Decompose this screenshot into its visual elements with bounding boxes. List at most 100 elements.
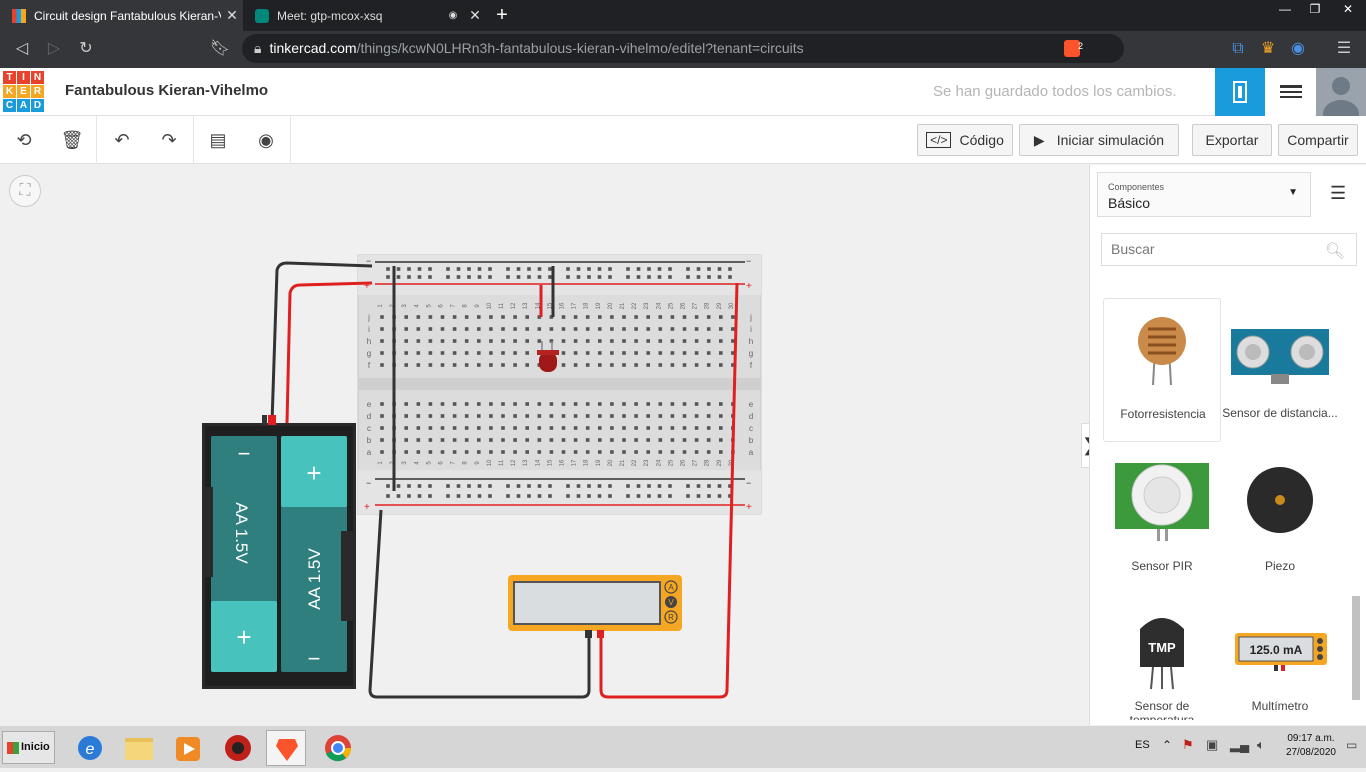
breadboard-hole[interactable] (428, 450, 433, 454)
breadboard-hole[interactable] (489, 450, 493, 454)
breadboard-hole[interactable] (682, 402, 687, 406)
breadboard-hole[interactable] (561, 315, 566, 319)
breadboard-hole[interactable] (658, 351, 663, 355)
breadboard-hole[interactable] (622, 351, 626, 355)
breadboard-hole[interactable] (380, 351, 384, 355)
breadboard-hole[interactable] (440, 414, 445, 418)
breadboard-hole[interactable] (561, 339, 566, 343)
breadboard-hole[interactable] (719, 450, 723, 454)
breadboard-hole[interactable] (610, 363, 614, 367)
breadboard-hole[interactable] (585, 402, 590, 406)
start-button[interactable]: Inicio (2, 731, 55, 764)
code-button[interactable]: </> Código (917, 124, 1013, 156)
breadboard-hole[interactable] (537, 438, 542, 442)
breadboard-hole[interactable] (658, 327, 663, 331)
breadboard-hole[interactable] (380, 339, 384, 343)
breadboard-hole[interactable] (598, 414, 602, 418)
volume-icon[interactable]: 🔈︎ (1257, 737, 1265, 753)
breadboard-hole[interactable] (658, 450, 663, 454)
breadboard-hole[interactable] (694, 339, 699, 343)
breadboard-hole[interactable] (477, 450, 481, 454)
rail-hole[interactable] (467, 275, 471, 279)
component-multimeter[interactable]: 125.0 mA Multímetro (1221, 605, 1339, 720)
breadboard-hole[interactable] (622, 438, 626, 442)
breadboard-hole[interactable] (610, 315, 614, 319)
breadboard-hole[interactable] (416, 426, 421, 430)
extension-icon[interactable]: ◉ (1286, 38, 1310, 60)
breadboard-hole[interactable] (598, 402, 602, 406)
breadboard-hole[interactable] (634, 426, 638, 430)
breadboard-hole[interactable] (464, 351, 469, 355)
breadboard[interactable]: − + − + − + − + 112233445566778899101011… (357, 254, 762, 515)
rail-hole[interactable] (407, 484, 411, 488)
rail-hole[interactable] (576, 267, 581, 271)
breadboard-hole[interactable] (694, 438, 699, 442)
breadboard-hole[interactable] (610, 438, 614, 442)
rail-hole[interactable] (626, 494, 630, 498)
rail-hole[interactable] (488, 267, 492, 271)
rail-hole[interactable] (516, 494, 521, 498)
user-avatar[interactable] (1316, 68, 1366, 128)
rail-hole[interactable] (728, 275, 732, 279)
breadboard-hole[interactable] (428, 315, 433, 319)
breadboard-hole[interactable] (670, 339, 675, 343)
breadboard-hole[interactable] (622, 339, 626, 343)
chrome-icon[interactable] (318, 730, 358, 766)
breadboard-hole[interactable] (477, 351, 481, 355)
breadboard-hole[interactable] (634, 351, 638, 355)
breadboard-hole[interactable] (658, 426, 663, 430)
rail-hole[interactable] (597, 267, 602, 271)
breadboard-hole[interactable] (404, 327, 408, 331)
breadboard-hole[interactable] (706, 315, 711, 319)
breadboard-hole[interactable] (428, 327, 433, 331)
breadboard-hole[interactable] (598, 450, 602, 454)
breadboard-hole[interactable] (719, 363, 723, 367)
breadboard-hole[interactable] (477, 402, 481, 406)
breadboard-hole[interactable] (573, 426, 578, 430)
breadboard-hole[interactable] (452, 315, 457, 319)
rail-hole[interactable] (516, 484, 521, 488)
breadboard-hole[interactable] (440, 315, 445, 319)
device-icon[interactable]: ▣ (1206, 737, 1218, 753)
rail-hole[interactable] (428, 494, 432, 498)
mode-label[interactable]: R (668, 613, 674, 622)
breadboard-hole[interactable] (585, 351, 590, 355)
rail-hole[interactable] (477, 275, 482, 279)
flag-icon[interactable]: ⚑ (1182, 737, 1194, 753)
breadboard-hole[interactable] (489, 438, 493, 442)
breadboard-hole[interactable] (610, 414, 614, 418)
breadboard-hole[interactable] (489, 339, 493, 343)
breadboard-hole[interactable] (404, 351, 408, 355)
rail-hole[interactable] (428, 484, 432, 488)
mode-label[interactable]: A (668, 583, 674, 592)
breadboard-hole[interactable] (694, 426, 699, 430)
rail-hole[interactable] (647, 494, 651, 498)
rail-hole[interactable] (407, 494, 411, 498)
breadboard-hole[interactable] (634, 438, 638, 442)
breadboard-hole[interactable] (622, 426, 626, 430)
rail-hole[interactable] (386, 494, 390, 498)
breadboard-hole[interactable] (525, 339, 529, 343)
breadboard-hole[interactable] (464, 414, 469, 418)
rail-hole[interactable] (587, 267, 591, 271)
breadboard-hole[interactable] (537, 426, 542, 430)
breadboard-hole[interactable] (719, 327, 723, 331)
circuit-canvas[interactable]: ⛶ − + − + − + − + 1122334455667788991010… (0, 165, 1088, 725)
breadboard-hole[interactable] (380, 315, 384, 319)
breadboard-hole[interactable] (694, 327, 699, 331)
breadboard-hole[interactable] (585, 426, 590, 430)
tab-circuit-design[interactable]: Circuit design Fantabulous Kieran-Vihe ✕ (0, 0, 243, 31)
breadboard-hole[interactable] (477, 438, 481, 442)
rail-hole[interactable] (636, 267, 641, 271)
breadboard-hole[interactable] (658, 315, 663, 319)
breadboard-hole[interactable] (501, 363, 505, 367)
breadboard-hole[interactable] (525, 351, 529, 355)
design-title[interactable]: Fantabulous Kieran-Vihelmo (65, 82, 268, 99)
breadboard-hole[interactable] (646, 327, 650, 331)
panel-scrollbar[interactable] (1352, 596, 1360, 700)
rail-hole[interactable] (647, 275, 651, 279)
breadboard-hole[interactable] (706, 402, 711, 406)
breadboard-hole[interactable] (404, 315, 408, 319)
component-search-input[interactable]: Buscar (1101, 233, 1357, 266)
breadboard-hole[interactable] (573, 438, 578, 442)
